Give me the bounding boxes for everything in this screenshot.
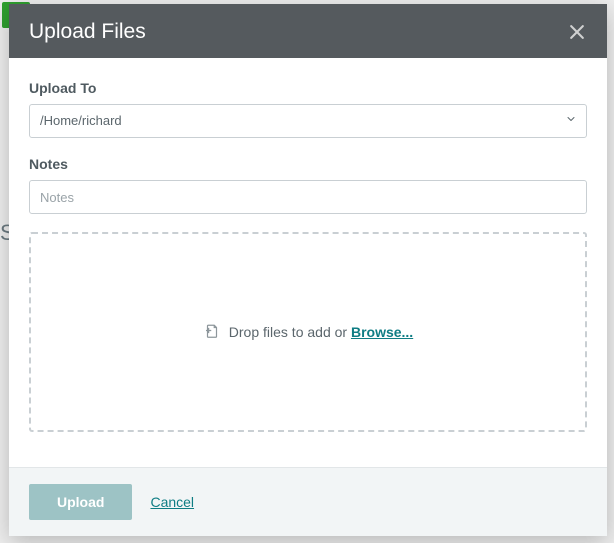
upload-files-modal: Upload Files Upload To /Home/richard Not… [9,4,607,536]
browse-link[interactable]: Browse... [351,324,413,340]
cancel-link[interactable]: Cancel [150,494,194,510]
modal-footer: Upload Cancel [9,467,607,536]
dropzone-hint: Drop files to add or [229,324,351,340]
upload-to-select[interactable]: /Home/richard [29,104,587,138]
notes-input[interactable] [29,180,587,214]
file-dropzone[interactable]: Drop files to add or Browse... [29,232,587,432]
dropzone-content: Drop files to add or Browse... [203,322,413,342]
dropzone-text: Drop files to add or Browse... [229,324,413,340]
notes-label: Notes [29,156,587,172]
file-add-icon [203,322,221,342]
upload-to-value[interactable]: /Home/richard [29,104,587,138]
notes-field: Notes [29,156,587,214]
upload-button[interactable]: Upload [29,484,132,520]
modal-header: Upload Files [9,4,607,58]
upload-to-field: Upload To /Home/richard [29,80,587,138]
modal-title: Upload Files [29,20,146,44]
close-icon[interactable] [567,22,587,42]
upload-to-label: Upload To [29,80,587,96]
modal-body: Upload To /Home/richard Notes [9,58,607,467]
